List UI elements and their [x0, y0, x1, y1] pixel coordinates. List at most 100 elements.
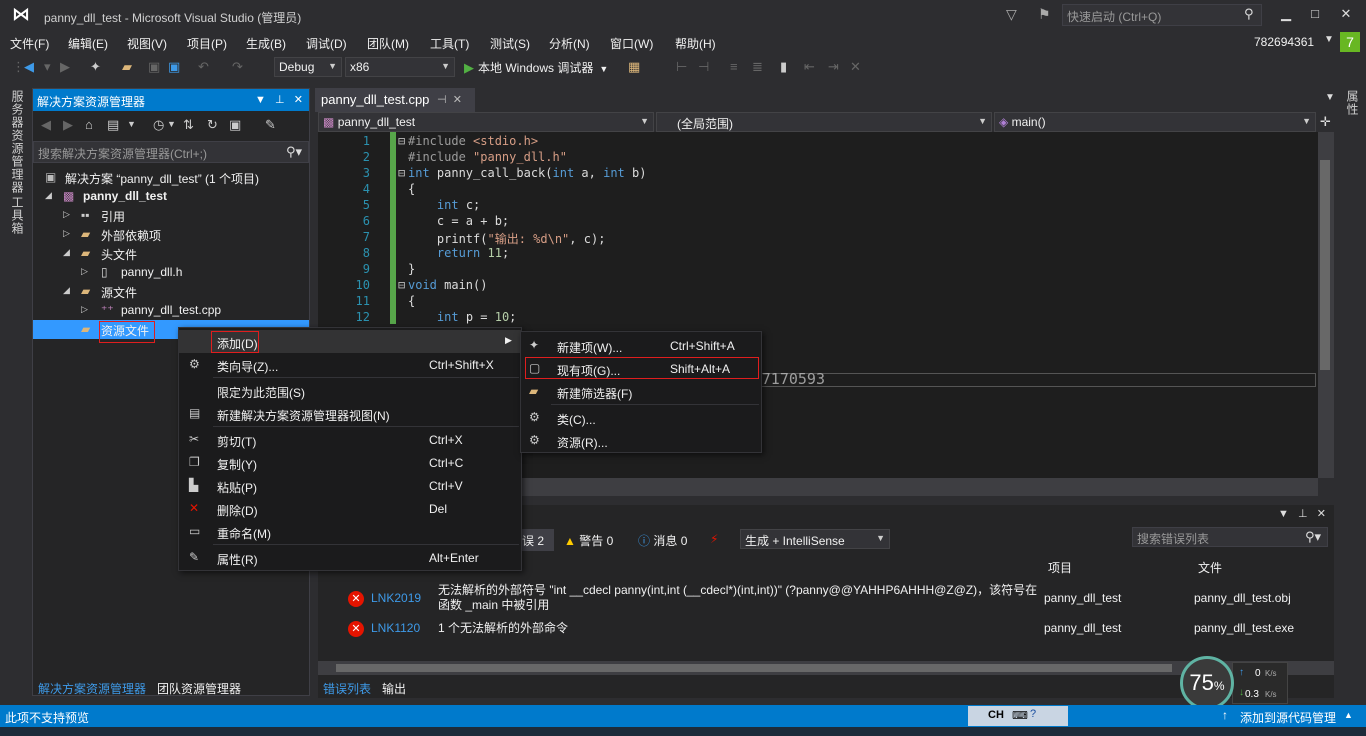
pending-changes-icon[interactable]: ◷: [153, 117, 164, 133]
menu-file[interactable]: 文件(F): [10, 35, 49, 52]
menu-item-scope-to-this[interactable]: 限定为此范围(S): [179, 379, 521, 402]
comment-icon[interactable]: ≡: [730, 59, 738, 74]
tree-item-project[interactable]: ◢ ▩ panny_dll_test: [33, 187, 309, 206]
save-icon[interactable]: ▣: [148, 59, 160, 75]
refresh-icon[interactable]: ↻: [207, 117, 218, 133]
bookmark-icon[interactable]: ▮: [780, 59, 787, 75]
open-file-icon[interactable]: ▰: [122, 59, 132, 75]
warnings-filter-button[interactable]: ▲ 警告 0: [560, 529, 617, 551]
menu-project[interactable]: 项目(P): [187, 35, 227, 52]
panel-dropdown-icon[interactable]: ▼: [255, 94, 266, 106]
server-explorer-tab[interactable]: 服务器资源管理器: [9, 90, 26, 194]
table-row[interactable]: ✕ LNK2019 无法解析的外部符号 "int __cdecl panny(i…: [318, 583, 1334, 617]
panel-close-icon[interactable]: ✕: [294, 94, 303, 106]
menu-team[interactable]: 团队(M): [367, 35, 409, 52]
editor-vertical-scrollbar[interactable]: [1318, 132, 1334, 478]
project-dropdown[interactable]: ▩ panny_dll_test ▼: [318, 112, 654, 132]
back-icon[interactable]: ◀: [41, 117, 51, 133]
menu-tools[interactable]: 工具(T): [430, 35, 469, 52]
forward-icon[interactable]: ▶: [60, 59, 70, 75]
close-button[interactable]: ✕: [1332, 6, 1360, 24]
panel-close-icon[interactable]: ✕: [1317, 508, 1326, 520]
tab-output[interactable]: 输出: [382, 680, 406, 697]
scope-dropdown[interactable]: (全局范围) ▼: [656, 112, 992, 132]
tree-item-external-deps[interactable]: ▷ ▰ 外部依赖项: [33, 225, 309, 244]
feedback-filter-icon[interactable]: ▽: [1006, 6, 1017, 23]
code-line[interactable]: return 11;: [398, 246, 509, 262]
redo-icon[interactable]: ↷: [232, 59, 243, 75]
scrollbar-thumb[interactable]: [336, 664, 1172, 672]
table-row[interactable]: ✕ LNK1120 1 个无法解析的外部命令 panny_dll_test pa…: [318, 619, 1334, 639]
member-dropdown[interactable]: ◈ main() ▼: [994, 112, 1316, 132]
pin-icon[interactable]: ⊣: [437, 94, 447, 106]
pin-icon[interactable]: ⊥: [1298, 508, 1308, 520]
tab-solution-explorer[interactable]: 解决方案资源管理器: [38, 680, 146, 697]
errors-filter-button[interactable]: 误 2: [518, 529, 554, 551]
maximize-button[interactable]: □: [1301, 6, 1329, 24]
search-icon[interactable]: ⚲: [1244, 6, 1254, 22]
new-project-icon[interactable]: ✦: [90, 59, 101, 75]
column-project[interactable]: 项目: [1048, 559, 1072, 576]
close-tab-icon[interactable]: ✕: [453, 94, 462, 106]
step-over-icon[interactable]: ⊣: [698, 59, 709, 75]
tree-item-references[interactable]: ▷ ▪▪ 引用: [33, 206, 309, 225]
menu-item-cut[interactable]: ✂ 剪切(T) Ctrl+X: [179, 428, 521, 451]
code-line[interactable]: #include "panny_dll.h": [398, 150, 567, 166]
solution-configuration-select[interactable]: Debug ▼: [274, 57, 342, 77]
quick-launch-input[interactable]: 快速启动 (Ctrl+Q): [1062, 4, 1262, 26]
tree-item-panny-dll-test-cpp[interactable]: ▷ ⁺⁺ panny_dll_test.cpp: [33, 301, 309, 320]
build-filter-select[interactable]: 生成 + IntelliSense ▼: [740, 529, 890, 549]
filter-toggle-icon[interactable]: ⚡: [706, 529, 730, 551]
back-dropdown-icon[interactable]: ▾: [44, 59, 51, 75]
code-line[interactable]: ⊟ #include <stdio.h>: [398, 134, 538, 150]
menu-item-resource[interactable]: ⚙ 资源(R)...: [521, 429, 761, 452]
forward-icon[interactable]: ▶: [63, 117, 73, 133]
code-line[interactable]: printf("输出: %d\n", c);: [398, 230, 606, 246]
menu-item-new-view[interactable]: ▤ 新建解决方案资源管理器视图(N): [179, 402, 521, 425]
menu-debug[interactable]: 调试(D): [306, 35, 347, 52]
tab-error-list[interactable]: 错误列表: [323, 680, 371, 697]
menu-item-delete[interactable]: ✕ 删除(D) Del: [179, 497, 521, 520]
column-file[interactable]: 文件: [1198, 559, 1222, 576]
panel-dropdown-icon[interactable]: ▼: [1278, 508, 1289, 520]
menu-item-rename[interactable]: ▭ 重命名(M): [179, 520, 521, 543]
collapse-all-icon[interactable]: ▣: [229, 117, 241, 133]
search-icon[interactable]: ⚲▾: [1305, 529, 1321, 545]
clear-bookmarks-icon[interactable]: ✕: [850, 59, 861, 75]
minimize-button[interactable]: ▁: [1272, 6, 1300, 24]
back-icon[interactable]: ◀: [24, 59, 34, 75]
start-debugging-button[interactable]: ▶ 本地 Windows 调试器 ▼: [464, 59, 608, 76]
chevron-down-icon[interactable]: ▼: [127, 119, 136, 129]
properties-wrench-icon[interactable]: ✎: [265, 117, 276, 133]
menu-item-class[interactable]: ⚙ 类(C)...: [521, 406, 761, 429]
menu-item-new-item[interactable]: ✦ 新建项(W)... Ctrl+Shift+A: [521, 334, 761, 357]
home-icon[interactable]: ⌂: [85, 117, 93, 132]
code-line[interactable]: {: [398, 294, 415, 310]
error-search-input[interactable]: 搜索错误列表 ⚲▾: [1132, 527, 1328, 547]
chevron-up-icon[interactable]: ▲: [1344, 710, 1353, 720]
menu-window[interactable]: 窗口(W): [610, 35, 653, 52]
find-in-files-icon[interactable]: ▦: [628, 59, 640, 75]
account-dropdown-icon[interactable]: ▼: [1324, 34, 1334, 45]
code-line[interactable]: int p = 10;: [398, 310, 517, 326]
code-line[interactable]: }: [398, 262, 415, 278]
save-all-icon[interactable]: ▣: [168, 59, 180, 75]
fold-toggle-icon[interactable]: ⊟: [398, 134, 408, 148]
notification-badge[interactable]: 7: [1340, 32, 1360, 52]
next-bookmark-icon[interactable]: ⇥: [828, 59, 839, 75]
fold-toggle-icon[interactable]: ⊟: [398, 166, 408, 180]
network-speed-widget[interactable]: ↑ 0 K/s ↓ 0.3 K/s 75%: [1180, 656, 1330, 710]
properties-tab[interactable]: 属性: [1344, 90, 1361, 116]
menu-test[interactable]: 测试(S): [490, 35, 530, 52]
menu-item-new-filter[interactable]: ▰ 新建筛选器(F): [521, 380, 761, 403]
ime-toolbar[interactable]: CH ⌨ ?: [968, 706, 1068, 726]
code-line[interactable]: ⊟ void main(): [398, 278, 487, 294]
help-icon[interactable]: ?: [1030, 708, 1036, 720]
code-line[interactable]: {: [398, 182, 415, 198]
notifications-icon[interactable]: ⚑: [1038, 6, 1051, 23]
menu-item-properties[interactable]: ✎ 属性(R) Alt+Enter: [179, 546, 521, 569]
prev-bookmark-icon[interactable]: ⇤: [804, 59, 815, 75]
uncomment-icon[interactable]: ≣: [752, 59, 763, 75]
menu-item-paste[interactable]: ▙ 粘贴(P) Ctrl+V: [179, 474, 521, 497]
split-icon[interactable]: ✛: [1320, 114, 1331, 130]
